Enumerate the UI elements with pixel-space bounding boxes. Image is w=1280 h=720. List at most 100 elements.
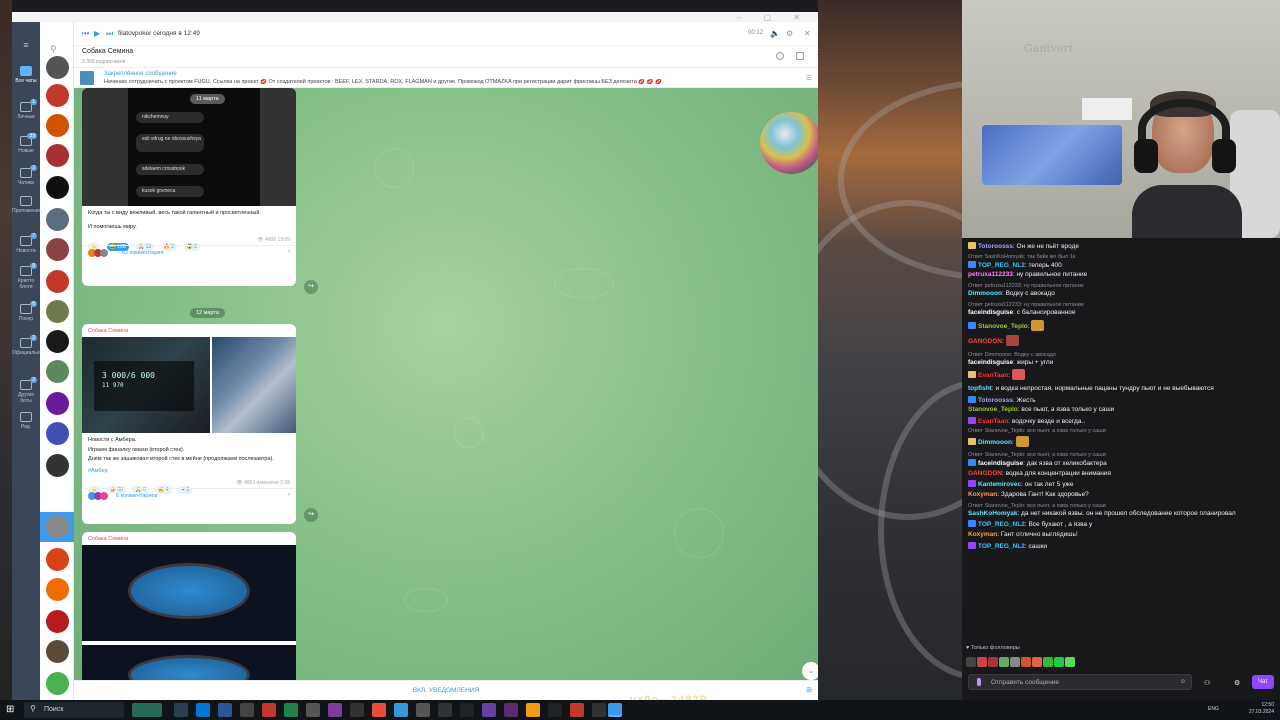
poker-table-image[interactable] [82, 545, 296, 641]
chat-avatar[interactable] [46, 640, 69, 663]
chat-message[interactable]: petruxa112233: ну правильное питание [968, 271, 1274, 278]
chat-avatar[interactable] [46, 238, 69, 261]
chat-username[interactable]: faceindisguise [978, 460, 1023, 467]
system-clock[interactable]: 12:50 27.03.2024 [1249, 702, 1274, 716]
chat-avatar[interactable] [46, 454, 69, 477]
taskbar-app-icon[interactable] [218, 703, 232, 717]
chat-message[interactable]: Kantemirovec: он так лет 5 уже [968, 480, 1274, 488]
channel-post[interactable]: Собака Семина 3 000/6 000 11 970 Новости … [82, 324, 296, 524]
emote-icon[interactable] [988, 657, 998, 667]
taskbar-app-icon[interactable] [284, 703, 298, 717]
chat-username[interactable]: EvanTaan [978, 418, 1008, 425]
chat-message[interactable]: GANGDON: водка для концентрации внимания [968, 470, 1274, 477]
emote-picker-icon[interactable]: ☺ [1180, 679, 1186, 685]
chat-reply-context[interactable]: Ответ Stanovoe_Teplo: все пьют, а язва т… [968, 451, 1274, 458]
window-controls[interactable]: – ▢ ✕ [737, 13, 810, 22]
chat-username[interactable]: topfisht [968, 385, 992, 392]
chat-avatar[interactable] [46, 330, 69, 353]
channel-avatar[interactable] [760, 112, 818, 174]
chat-avatar[interactable] [46, 578, 69, 601]
taskbar-app-icon[interactable] [526, 703, 540, 717]
scroll-down-button[interactable]: ⌄ [802, 662, 818, 680]
folder-poker[interactable]: Покер 8 [12, 301, 40, 322]
chat-username[interactable]: Stanovoe_Teplo [978, 323, 1028, 330]
chat-avatar[interactable] [46, 144, 69, 167]
taskbar-app-icon[interactable] [416, 703, 430, 717]
chat-message[interactable]: GANGDON: [968, 335, 1274, 347]
pinned-message-bar[interactable]: Закреплённое сообщение Начинаю сотруднич… [74, 68, 818, 88]
sidebar-toggle-icon[interactable] [796, 52, 804, 60]
post-author[interactable]: Собака Семина [82, 532, 296, 545]
chat-message[interactable]: Totoroosss: Он же не пьёт вроде [968, 242, 1274, 250]
chat-username[interactable]: faceindisguise [968, 309, 1013, 316]
chat-avatar[interactable] [46, 392, 69, 415]
chat-username[interactable]: TOP_REG_NL2 [978, 543, 1025, 550]
chat-message[interactable]: Koxyman: Гант отлично выглядишь! [968, 531, 1274, 538]
folder-news[interactable]: Новости 7 [12, 233, 40, 254]
taskbar-app-icon[interactable] [548, 703, 562, 717]
folder-new[interactable]: Новые 33 [12, 133, 40, 154]
chat-username[interactable]: Stanovoe_Teplo [968, 406, 1018, 413]
emote-icon[interactable] [1043, 657, 1053, 667]
taskbar-app-icon[interactable] [504, 703, 518, 717]
poker-table-image[interactable] [82, 645, 296, 680]
chat-avatar[interactable] [46, 270, 69, 293]
pin-list-icon[interactable]: ☰ [806, 74, 812, 82]
chat-avatar[interactable] [46, 610, 69, 633]
chat-message[interactable]: EvanTaan: [968, 369, 1274, 381]
chat-avatar[interactable] [46, 672, 69, 695]
chat-username[interactable]: petruxa112233 [968, 271, 1013, 278]
emote-icon[interactable] [999, 657, 1009, 667]
post-screenshot-image[interactable]: 11 марта nikchemnuy esli vdrug ne obossu… [82, 88, 296, 206]
taskview-icon[interactable] [174, 703, 188, 717]
chat-username[interactable]: GANGDON [968, 338, 1002, 345]
chat-message[interactable]: Koxyman: Здарова Гант! Как здоровье? [968, 491, 1274, 498]
chrome-icon[interactable] [372, 703, 386, 717]
chat-avatar[interactable] [46, 56, 69, 79]
chat-message[interactable]: Stanovoe_Teplo: [968, 319, 1274, 331]
twitch-icon[interactable] [482, 703, 496, 717]
tournament-screen-photo[interactable]: 3 000/6 000 11 970 [82, 337, 210, 433]
chat-avatar[interactable] [46, 422, 69, 445]
chat-reply-context[interactable]: Ответ petruxa112233: ну правильное питан… [968, 282, 1274, 289]
chat-avatar[interactable] [46, 548, 69, 571]
language-indicator[interactable]: ENG [1208, 706, 1219, 712]
chat-message[interactable]: topfisht: и водка непростая, нормальные … [968, 385, 1274, 392]
emote-icon[interactable] [1032, 657, 1042, 667]
windows-start-icon[interactable]: ⊞ [6, 704, 14, 715]
channel-post[interactable]: Собака Семина [82, 532, 296, 680]
mic-icon[interactable] [977, 678, 981, 686]
search-icon[interactable] [776, 52, 784, 60]
post-photo-album[interactable]: 3 000/6 000 11 970 [82, 337, 296, 433]
menu-icon[interactable]: ≡ [12, 41, 40, 50]
emote-icon[interactable] [977, 657, 987, 667]
chat-input[interactable]: Отправить сообщение ☺ [968, 674, 1192, 690]
taskbar-app-icon[interactable] [438, 703, 452, 717]
chat-avatar[interactable] [46, 300, 69, 323]
chat-message[interactable]: TOP_REG_NL2: теперь 400 [968, 260, 1274, 269]
taskbar-app-icon[interactable] [240, 703, 254, 717]
chat-username[interactable]: Koxyman [968, 531, 997, 538]
comments-link[interactable]: 62 комментария › [82, 245, 296, 259]
search-icon[interactable]: ⚲ [50, 44, 57, 55]
taskbar-app-icon[interactable] [350, 703, 364, 717]
more-icon[interactable]: ⋮ [814, 50, 818, 59]
close-icon[interactable]: ✕ [804, 29, 811, 38]
chat-username[interactable]: SashKoHomyak [968, 510, 1018, 517]
emote-icon[interactable] [1010, 657, 1020, 667]
chat-username[interactable]: GANGDON [968, 470, 1002, 477]
next-track-icon[interactable]: ⏭ [106, 29, 113, 39]
taskbar-app-icon[interactable] [262, 703, 276, 717]
chat-reply-context[interactable]: Ответ Stanovoe_Teplo: все пьют, а язва т… [968, 502, 1274, 509]
folder-apps[interactable]: Приложения [12, 196, 41, 214]
chat-username[interactable]: Dimmooon [978, 439, 1012, 446]
enable-notifications-label[interactable]: ВКЛ. УВЕДОМЛЕНИЯ [74, 687, 818, 694]
chat-username[interactable]: Koxyman [968, 491, 997, 498]
chat-reply-context[interactable]: Ответ petruxa112233: ну правильное питан… [968, 301, 1274, 308]
chat-username[interactable]: Totoroosss [978, 397, 1013, 404]
chat-avatar[interactable] [46, 208, 69, 231]
taskbar-widget[interactable] [132, 703, 162, 717]
hashtag-link[interactable]: #Амбер [82, 466, 296, 476]
chat-message[interactable]: SashKoHomyak: да нет никакой язвы. он не… [968, 510, 1274, 517]
chat-message[interactable]: TOP_REG_NL2: сашки [968, 541, 1274, 550]
